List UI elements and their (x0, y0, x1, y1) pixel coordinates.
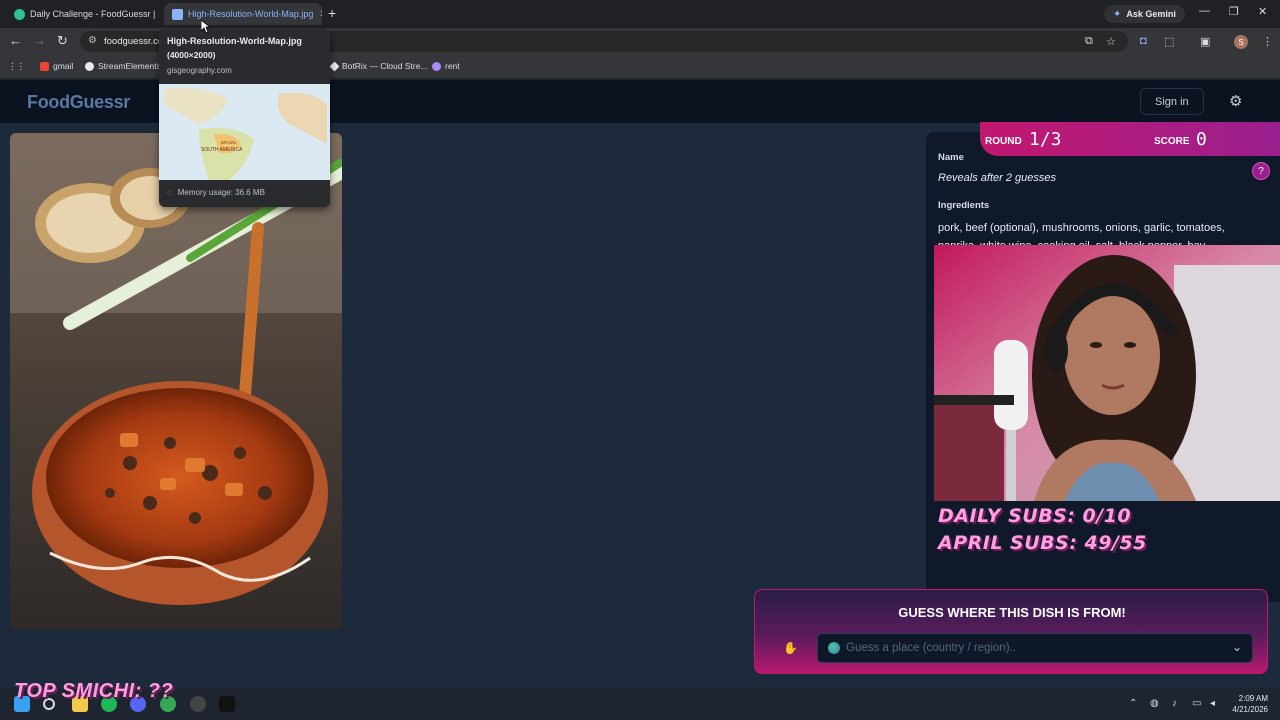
microphone-icon[interactable]: ♪ (1172, 698, 1177, 709)
map-label-brazil: BRAZIL (221, 140, 237, 145)
browser-tabstrip: Daily Challenge - FoodGuessr | ✕ High-Re… (0, 0, 1280, 28)
ask-gemini-button[interactable]: ✦ Ask Gemini (1104, 5, 1185, 23)
extensions-icon[interactable]: ⬚ (1164, 35, 1174, 48)
dish-photo-illustration (10, 133, 342, 630)
memory-icon: ◌ (167, 188, 172, 197)
install-app-icon[interactable]: ⧉ (1085, 35, 1093, 48)
hover-card-title: High-Resolution-World-Map.jpg (167, 36, 302, 46)
minimize-icon[interactable]: — (1199, 5, 1210, 17)
map-label-south-america: SOUTH AMERICA (201, 147, 243, 153)
sign-in-button[interactable]: Sign in (1140, 88, 1204, 115)
mouse-cursor-icon (201, 20, 211, 34)
url-text: foodguessr.co (104, 36, 164, 47)
dish-name-value: Reveals after 2 guesses (938, 172, 1057, 184)
ingredients-line-1: pork, beef (optional), mushrooms, onions… (938, 222, 1225, 234)
bookmark-rent[interactable]: rent (432, 61, 460, 71)
tab-title: High-Resolution-World-Map.jpg (188, 9, 314, 19)
bookmark-gmail[interactable]: gmail (40, 61, 73, 71)
network-icon[interactable]: ▭ (1192, 698, 1201, 709)
site-info-icon[interactable]: ⚙ (88, 35, 97, 46)
tab-hover-card: High-Resolution-World-Map.jpg (4000×2000… (159, 29, 330, 207)
ingredients-label: Ingredients (938, 200, 990, 211)
back-icon[interactable]: ← (9, 33, 22, 48)
hand-icon: ✋ (783, 641, 798, 655)
menu-icon[interactable]: ⋮ (1262, 35, 1273, 48)
restore-icon[interactable]: ❐ (1229, 5, 1239, 18)
site-logo[interactable]: FoodGuessr (27, 92, 130, 113)
obs-icon[interactable] (190, 696, 206, 712)
bookmark-star-icon[interactable]: ☆ (1106, 35, 1116, 48)
memory-usage: ◌ Memory usage: 36.6 MB (167, 188, 265, 197)
dish-photo (10, 133, 342, 630)
new-tab-icon[interactable]: + (328, 5, 336, 21)
close-tab-icon[interactable]: ✕ (313, 9, 322, 20)
streamelements-icon (85, 61, 94, 71)
bookmark-label: gmail (53, 61, 74, 71)
profile-avatar[interactable]: S (1234, 35, 1248, 49)
twitch-extension-icon[interactable]: ◘ (1140, 35, 1147, 47)
webcam-overlay (934, 245, 1280, 501)
image-favicon-icon (172, 8, 183, 20)
tray-overflow-icon[interactable]: ⌃ (1129, 698, 1137, 709)
windows-taskbar: ⌃ ◍ ♪ ▭ ◂ 2:09 AM 4/21/2026 (0, 688, 1280, 720)
top-smichi-text: TOP SMICHI: ?? (14, 680, 174, 702)
world-map-preview: BRAZIL SOUTH AMERICA (159, 84, 330, 180)
bookmark-label: BotRix — Cloud Stre... (342, 61, 428, 71)
botrix-icon (329, 61, 340, 71)
volume-icon[interactable]: ◂ (1210, 698, 1215, 709)
reload-icon[interactable]: ↻ (57, 33, 68, 49)
round-label: ROUND (985, 136, 1022, 147)
bookmark-botrix[interactable]: BotRix — Cloud Stre... (329, 61, 428, 71)
bookmark-streamelements[interactable]: StreamElements (85, 61, 161, 71)
tab-title: Daily Challenge - FoodGuessr | (30, 9, 156, 19)
gmail-icon (40, 61, 49, 71)
screen: Daily Challenge - FoodGuessr | ✕ High-Re… (0, 0, 1280, 720)
settings-gear-icon[interactable]: ⚙ (1229, 92, 1242, 110)
foodguessr-favicon-icon (14, 8, 25, 20)
tab-foodguessr[interactable]: Daily Challenge - FoodGuessr | ✕ (6, 3, 161, 25)
guess-title: GUESS WHERE THIS DISH IS FROM! (898, 605, 1126, 620)
guess-panel: GUESS WHERE THIS DISH IS FROM! ✋ Guess a… (754, 589, 1268, 674)
guess-placeholder: Guess a place (country / region).. (846, 642, 1017, 654)
daily-subs-text: DAILY SUBS: 0/10 (938, 505, 1132, 527)
score-value: 0 (1196, 129, 1207, 150)
apps-icon[interactable]: ⋮⋮ (8, 61, 25, 72)
round-score-bar (980, 122, 1280, 156)
chevron-down-icon[interactable]: ⌄ (1232, 640, 1242, 654)
memory-usage-text: Memory usage: 36.6 MB (177, 188, 265, 197)
close-window-icon[interactable]: ✕ (1258, 5, 1267, 18)
help-icon[interactable]: ? (1252, 162, 1270, 180)
gemini-label: Ask Gemini (1126, 9, 1176, 19)
world-map-thumbnail: BRAZIL SOUTH AMERICA (159, 84, 330, 180)
side-panel-icon[interactable]: ▣ (1200, 35, 1210, 48)
clock-date: 4/21/2026 (1232, 705, 1268, 714)
tray-app-icon[interactable]: ◍ (1150, 698, 1159, 709)
forward-icon[interactable]: → (33, 33, 46, 48)
cod-icon[interactable] (219, 696, 235, 712)
round-value: 1/3 (1029, 129, 1062, 150)
bookmark-label: StreamElements (98, 61, 161, 71)
hover-card-dimensions: (4000×2000) (167, 50, 216, 60)
webcam-image (934, 245, 1280, 501)
globe-icon (828, 642, 840, 654)
clock-time: 2:09 AM (1238, 694, 1268, 703)
gemini-sparkle-icon: ✦ (1113, 8, 1122, 20)
bookmark-label: rent (445, 61, 460, 71)
name-label: Name (938, 152, 964, 163)
guess-place-input[interactable]: Guess a place (country / region).. ⌄ (817, 633, 1253, 663)
score-label: SCORE (1154, 136, 1190, 147)
rent-icon (432, 61, 441, 71)
system-clock[interactable]: 2:09 AM 4/21/2026 (1226, 693, 1268, 715)
close-tab-icon[interactable]: ✕ (155, 9, 161, 20)
tab-world-map[interactable]: High-Resolution-World-Map.jpg ✕ (164, 3, 322, 25)
april-subs-text: APRIL SUBS: 49/55 (938, 532, 1147, 554)
hover-card-host: gisgeography.com (167, 66, 232, 75)
